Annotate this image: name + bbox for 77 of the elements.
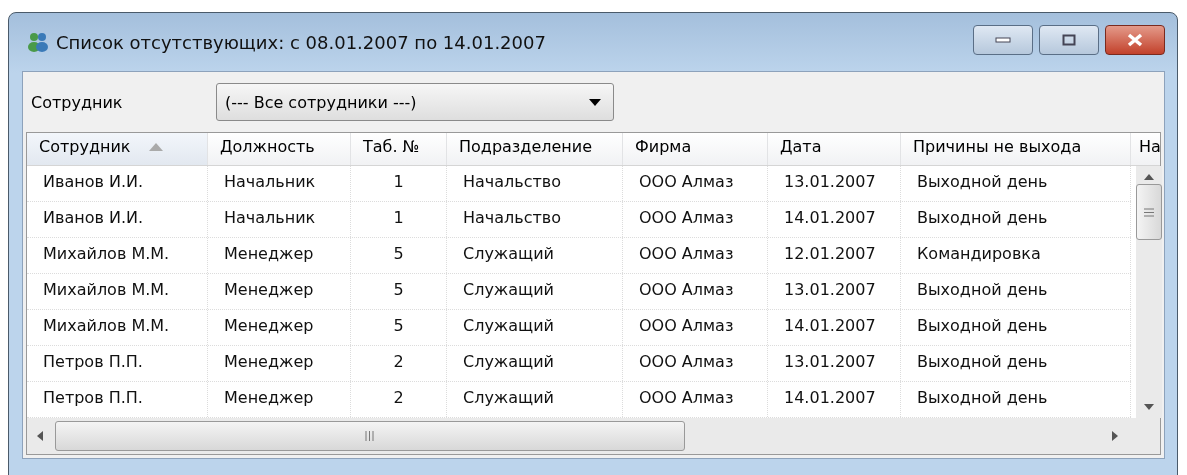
table-cell: Менеджер (208, 382, 351, 417)
scroll-down-icon (1144, 404, 1154, 410)
column-header[interactable]: Подразделение (447, 133, 623, 165)
column-header[interactable]: Дата (768, 133, 901, 165)
table-cell: Выходной день (901, 310, 1131, 345)
table-cell: 1 (351, 166, 447, 201)
column-header[interactable]: Сотрудник (27, 133, 208, 165)
table-cell: 14.01.2007 (768, 202, 901, 237)
table-cell: 14.01.2007 (768, 382, 901, 417)
table-cell: 2 (351, 382, 447, 417)
column-header[interactable]: Фирма (623, 133, 768, 165)
employee-dropdown[interactable]: (--- Все сотрудники ---) (216, 83, 614, 121)
table-cell: Петров П.П. (27, 382, 208, 417)
table-cell: ООО Алмаз (623, 238, 768, 273)
sort-ascending-icon (148, 143, 163, 151)
vertical-scrollbar[interactable] (1136, 166, 1162, 418)
table-cell: Служащий (447, 274, 623, 309)
table-cell: ООО Алмаз (623, 202, 768, 237)
table-cell: 14.01.2007 (768, 310, 901, 345)
table-cell: 5 (351, 238, 447, 273)
column-header[interactable]: Таб. № (351, 133, 447, 165)
scroll-thumb[interactable] (55, 421, 685, 451)
maximize-button[interactable] (1039, 25, 1099, 55)
table-cell: Выходной день (901, 346, 1131, 381)
table-cell: 5 (351, 274, 447, 309)
table-cell: Командировка (901, 238, 1131, 273)
table-cell: 13.01.2007 (768, 166, 901, 201)
scroll-thumb[interactable] (1136, 184, 1162, 240)
table-cell: Начальство (447, 202, 623, 237)
table-cell: ООО Алмаз (623, 166, 768, 201)
close-button[interactable] (1105, 25, 1165, 55)
maximize-icon (1062, 34, 1076, 46)
table-cell: Служащий (447, 310, 623, 345)
table-cell: Михайлов М.М. (27, 274, 208, 309)
column-header[interactable]: На (1131, 133, 1160, 165)
table-cell: Менеджер (208, 310, 351, 345)
table-cell: Выходной день (901, 166, 1131, 201)
table-cell: 13.01.2007 (768, 274, 901, 309)
table-cell: 2 (351, 346, 447, 381)
table-cell: Менеджер (208, 346, 351, 381)
close-icon (1127, 33, 1143, 47)
table-cell: Петров П.П. (27, 346, 208, 381)
employee-label: Сотрудник (30, 92, 124, 112)
table-cell: ООО Алмаз (623, 346, 768, 381)
table-cell: Служащий (447, 346, 623, 381)
table-cell: Менеджер (208, 238, 351, 273)
table-cell: Служащий (447, 382, 623, 417)
table-cell: Выходной день (901, 274, 1131, 309)
table-cell: Начальство (447, 166, 623, 201)
scroll-right-icon (1112, 431, 1118, 441)
table-cell: Начальник (208, 166, 351, 201)
table-cell: 1 (351, 202, 447, 237)
scroll-up-icon (1144, 174, 1154, 180)
table-cell: ООО Алмаз (623, 274, 768, 309)
table-cell: 12.01.2007 (768, 238, 901, 273)
scroll-left-icon (37, 431, 43, 441)
table-cell: ООО Алмаз (623, 310, 768, 345)
table-cell: 5 (351, 310, 447, 345)
table-cell: Менеджер (208, 274, 351, 309)
table-cell: Иванов И.И. (27, 202, 208, 237)
minimize-button[interactable] (973, 25, 1033, 55)
table-cell: ООО Алмаз (623, 382, 768, 417)
horizontal-scrollbar[interactable] (27, 418, 1160, 454)
table-cell: Начальник (208, 202, 351, 237)
table-cell: Выходной день (901, 202, 1131, 237)
table-cell: Михайлов М.М. (27, 310, 208, 345)
table-cell: Служащий (447, 238, 623, 273)
column-header[interactable]: Причины не выхода (901, 133, 1131, 165)
column-header[interactable]: Должность (208, 133, 351, 165)
people-icon (26, 31, 50, 53)
table-cell: Михайлов М.М. (27, 238, 208, 273)
minimize-icon (995, 37, 1011, 43)
window-title: Список отсутствующих: с 08.01.2007 по 14.01.2007 (56, 31, 546, 53)
table-cell: Иванов И.И. (27, 166, 208, 201)
table-cell: Выходной день (901, 382, 1131, 417)
table-cell: 13.01.2007 (768, 346, 901, 381)
dropdown-arrow-icon (589, 98, 601, 106)
